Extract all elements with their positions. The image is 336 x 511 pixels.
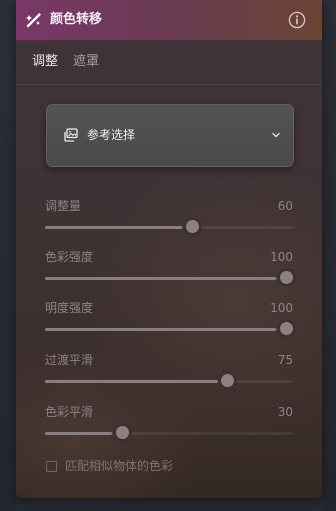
slider-thumb[interactable] [279, 322, 293, 335]
right-frame [322, 0, 336, 511]
slider-label: 调整量 [45, 199, 82, 213]
tab-mask[interactable]: 遮罩 [73, 54, 99, 70]
chevron-down-icon [272, 132, 280, 138]
slider-luminance-intensity: 明度强度 100 [45, 301, 293, 351]
magic-wand-icon [26, 13, 41, 28]
checkbox-box[interactable] [46, 460, 57, 472]
match-similar-objects-checkbox[interactable]: 匹配相似物体的色彩 [46, 458, 173, 474]
slider-value: 100 [270, 250, 293, 264]
image-gallery-icon [64, 128, 78, 142]
tab-bar: 调整 遮罩 [16, 40, 322, 85]
slider-label: 明度强度 [45, 301, 94, 315]
slider-fill [45, 328, 276, 331]
reference-select-label: 参考选择 [87, 128, 136, 142]
tab-adjust[interactable]: 调整 [32, 54, 58, 70]
panel-title: 颜色转移 [50, 12, 103, 27]
slider-track[interactable] [45, 374, 293, 387]
panel-header: 颜色转移 [16, 0, 322, 41]
slider-color-intensity: 色彩强度 100 [45, 250, 293, 300]
color-transfer-panel: 颜色转移 调整 遮罩 参考选择 调整量 60 色彩强度 100 明度强度 100… [16, 0, 322, 498]
checkbox-label: 匹配相似物体的色彩 [65, 459, 174, 473]
left-frame [0, 0, 16, 511]
slider-fill [45, 226, 183, 229]
info-icon[interactable] [288, 11, 306, 29]
slider-thumb[interactable] [221, 374, 234, 387]
slider-fill [45, 380, 218, 383]
reference-select-dropdown[interactable]: 参考选择 [46, 104, 294, 167]
slider-label: 过渡平滑 [45, 353, 94, 367]
slider-value: 60 [277, 199, 293, 213]
slider-adjust-amount: 调整量 60 [45, 199, 293, 249]
slider-label: 色彩平滑 [45, 405, 94, 419]
slider-color-smoothing: 色彩平滑 30 [45, 405, 293, 455]
slider-label: 色彩强度 [45, 250, 94, 264]
slider-thumb[interactable] [185, 220, 199, 233]
slider-track[interactable] [45, 220, 293, 233]
slider-transition-smoothing: 过渡平滑 75 [45, 353, 293, 403]
slider-value: 30 [277, 405, 293, 419]
slider-fill [45, 277, 276, 280]
slider-track[interactable] [45, 426, 293, 439]
slider-track[interactable] [45, 322, 293, 335]
slider-value: 75 [277, 353, 293, 367]
slider-track[interactable] [45, 271, 293, 284]
slider-value: 100 [270, 301, 293, 315]
slider-fill [45, 432, 113, 435]
slider-thumb[interactable] [115, 426, 129, 439]
slider-thumb[interactable] [279, 271, 293, 284]
